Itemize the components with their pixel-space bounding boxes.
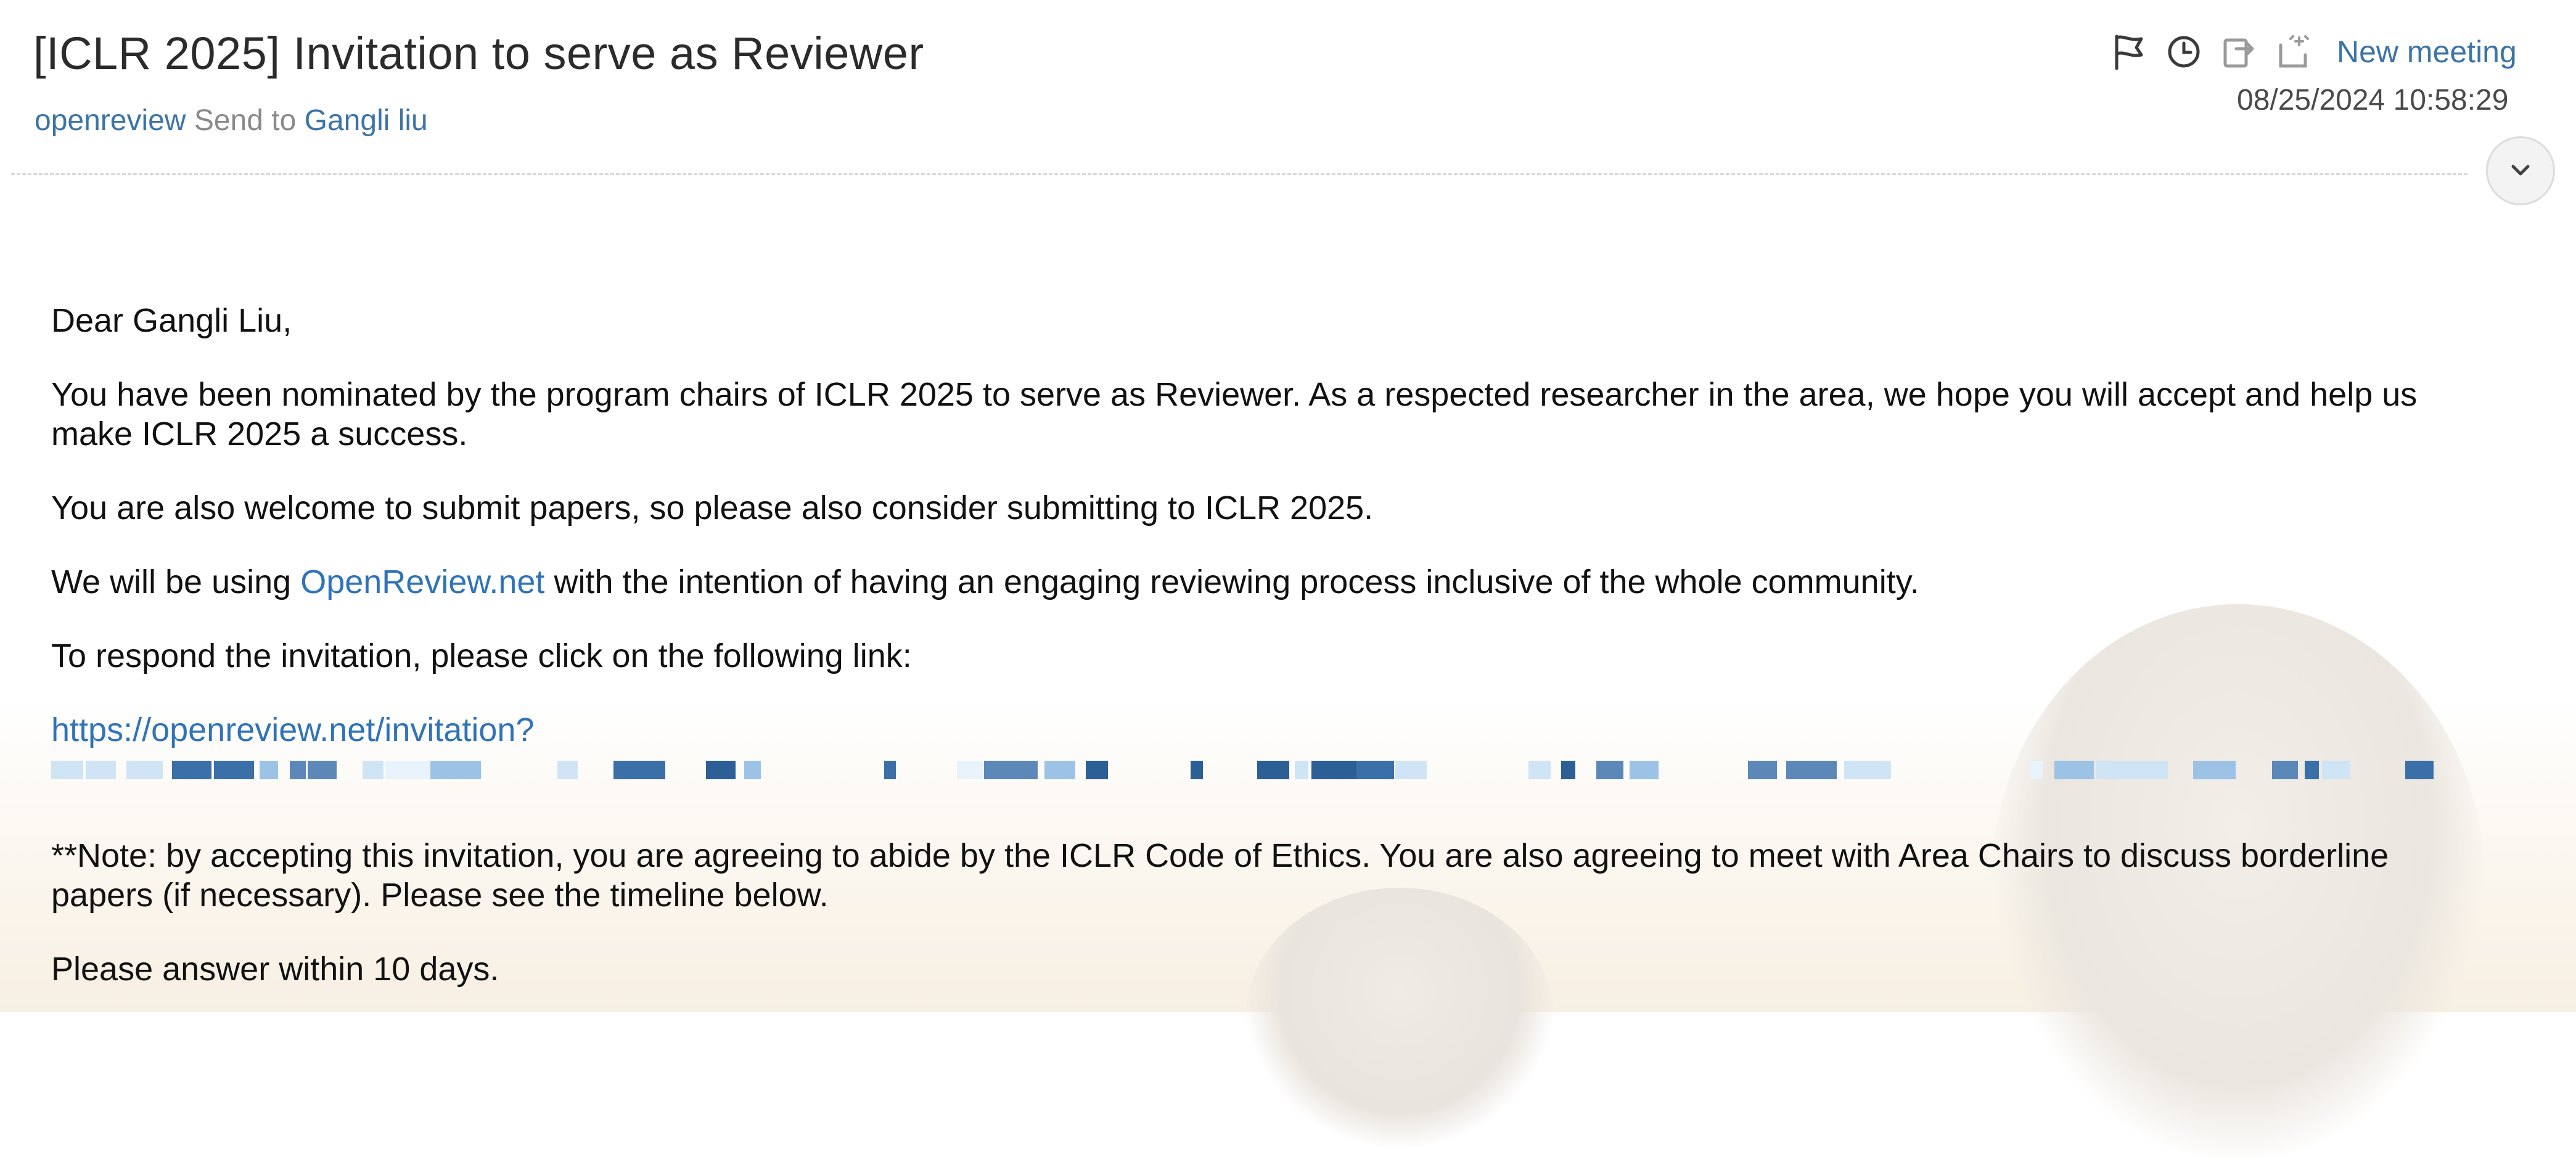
redaction-pixel <box>1356 761 1394 779</box>
redaction-pixel <box>2172 761 2191 779</box>
redaction-pixel <box>1117 761 1157 779</box>
redaction-pixel <box>290 761 306 779</box>
redaction-pixel <box>1295 761 1308 779</box>
redaction-pixel <box>957 761 983 779</box>
clock-icon[interactable] <box>2164 32 2204 72</box>
recipient-link[interactable]: Gangli liu <box>305 104 428 137</box>
redaction-pixel <box>1311 761 1356 779</box>
email-body: Dear Gangli Liu, You have been nominated… <box>51 301 2480 1023</box>
redaction-pixel <box>1667 761 1699 779</box>
paragraph-note: **Note: by accepting this invitation, yo… <box>51 837 2389 914</box>
redaction-pixel <box>1086 761 1108 779</box>
flag-icon[interactable] <box>2109 32 2148 72</box>
redaction-pixel <box>771 761 824 779</box>
send-to-label: Send to <box>194 104 297 137</box>
redaction-pixel <box>1579 761 1591 779</box>
redaction-pixel <box>260 761 278 779</box>
redaction-pixel <box>1748 761 1777 779</box>
redaction-pixel <box>385 761 430 779</box>
redaction-pixel <box>613 761 665 779</box>
redaction-pixel <box>1528 761 1551 779</box>
redaction-pixel <box>1707 761 1737 779</box>
redaction-pixel <box>1786 761 1837 779</box>
redaction-pixel <box>2030 761 2043 779</box>
redaction-pixel <box>430 761 481 779</box>
redaction-pixel <box>363 761 384 779</box>
invitation-link-paragraph: https://openreview.net/invitation? <box>51 710 2480 750</box>
redaction-pixel <box>706 761 736 779</box>
openreview-link[interactable]: OpenReview.net <box>300 563 544 600</box>
redaction-pixel <box>86 761 116 779</box>
redaction-pixel <box>935 761 957 779</box>
new-meeting-button[interactable]: New meeting <box>2337 34 2517 70</box>
redaction-pixel <box>557 761 578 779</box>
paragraph-submit: You are also welcome to submit papers, s… <box>51 489 1374 526</box>
email-subject: [ICLR 2025] Invitation to serve as Revie… <box>33 28 924 79</box>
redaction-pixel <box>1257 761 1289 779</box>
redaction-pixel <box>2096 761 2115 779</box>
redaction-pixel <box>126 761 163 779</box>
redaction-pixel <box>1596 761 1623 779</box>
redaction-pixel <box>744 761 761 779</box>
redaction-pixel <box>1630 761 1659 779</box>
forward-icon[interactable] <box>2220 32 2259 72</box>
redaction-pixel <box>2242 761 2270 779</box>
redaction-pixel <box>2193 761 2236 779</box>
redaction-pixel <box>671 761 700 779</box>
redaction-pixel <box>2272 761 2298 779</box>
paragraph-openreview: We will be using OpenReview.net with the… <box>51 563 1919 600</box>
redaction-pixel <box>578 761 606 779</box>
redacted-link-token[interactable] <box>51 757 2437 785</box>
redaction-pixel <box>984 761 1038 779</box>
redaction-pixel <box>2322 761 2350 779</box>
redaction-pixel <box>1168 761 1189 779</box>
email-toolbar: New meeting <box>2109 32 2517 72</box>
redaction-pixel <box>898 761 926 779</box>
invitation-link[interactable]: https://openreview.net/invitation? <box>51 711 535 748</box>
redaction-pixel <box>486 761 507 779</box>
redaction-pixel <box>1561 761 1575 779</box>
redaction-pixel <box>1991 761 2021 779</box>
redaction-pixel <box>1436 761 1466 779</box>
redaction-pixel <box>1942 761 1985 779</box>
redaction-pixel <box>2369 761 2404 779</box>
redaction-pixel <box>512 761 556 779</box>
redaction-pixel <box>2405 761 2434 779</box>
redaction-pixel <box>2434 761 2437 779</box>
redaction-pixel <box>1209 761 1256 779</box>
redaction-pixel <box>214 761 254 779</box>
email-meta: openreview Send to Gangli liu <box>35 104 428 137</box>
redaction-pixel <box>834 761 877 779</box>
expand-details-button[interactable] <box>2486 136 2555 205</box>
paragraph-deadline: Please answer within 10 days. <box>51 951 499 988</box>
redaction-pixel <box>2115 761 2168 779</box>
redaction-pixel <box>2054 761 2094 779</box>
header-divider <box>11 173 2467 175</box>
greeting: Dear Gangli Liu, <box>51 302 292 339</box>
redaction-pixel <box>2305 761 2319 779</box>
redaction-pixel <box>340 761 358 779</box>
redaction-pixel <box>1044 761 1075 779</box>
redaction-pixel <box>1395 761 1427 779</box>
redaction-pixel <box>51 761 83 779</box>
redaction-pixel <box>1191 761 1203 779</box>
schedule-icon[interactable] <box>2275 32 2315 72</box>
redaction-pixel <box>1844 761 1891 779</box>
paragraph-respond: To respond the invitation, please click … <box>51 637 912 674</box>
redaction-pixel <box>1470 761 1521 779</box>
redaction-pixel <box>1903 761 1937 779</box>
chevron-down-icon <box>2511 165 2530 176</box>
redaction-pixel <box>308 761 337 779</box>
redaction-pixel <box>172 761 211 779</box>
redaction-pixel <box>884 761 896 779</box>
paragraph-nomination: You have been nominated by the program c… <box>51 376 2418 453</box>
email-datetime: 08/25/2024 10:58:29 <box>2237 84 2509 117</box>
sender-link[interactable]: openreview <box>35 104 186 137</box>
redaction-pixel <box>2350 761 2364 779</box>
